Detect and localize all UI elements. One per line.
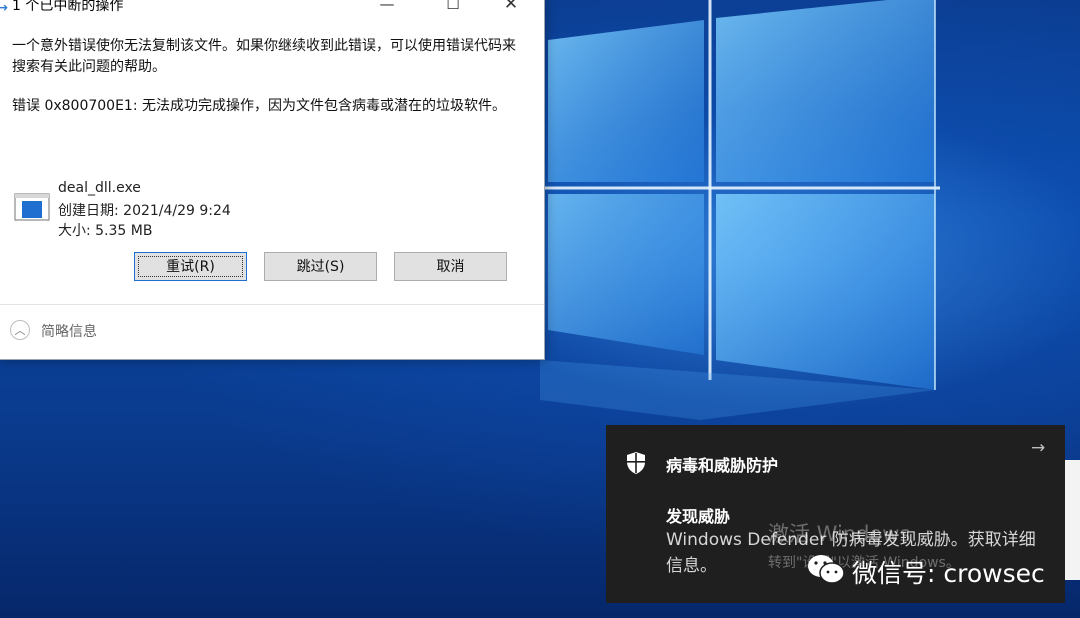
dialog-title: 1 个已中断的操作 xyxy=(12,0,124,14)
skip-button[interactable]: 跳过(S) xyxy=(264,252,377,281)
fewer-details-toggle[interactable]: ︿ 简略信息 xyxy=(10,318,110,344)
dialog-titlebar[interactable]: ➜ 1 个已中断的操作 — ☐ ✕ xyxy=(0,0,544,17)
dialog-divider xyxy=(0,304,544,305)
toast-app-name: 病毒和威胁防护 xyxy=(666,456,779,475)
file-created-date: 创建日期: 2021/4/29 9:24 xyxy=(58,203,231,219)
background-window-edge xyxy=(1065,460,1080,580)
fewer-details-label: 简略信息 xyxy=(41,324,97,340)
file-size: 大小: 5.35 MB xyxy=(58,223,153,239)
skip-button-label: 跳过(S) xyxy=(296,259,345,275)
cancel-button[interactable]: 取消 xyxy=(394,252,507,281)
retry-button[interactable]: 重试(R) xyxy=(134,252,247,281)
interrupted-operation-dialog: ➜ 1 个已中断的操作 — ☐ ✕ 一个意外错误使你无法复制该文件。如果你继续收… xyxy=(0,0,545,360)
minimize-button[interactable]: — xyxy=(367,0,407,17)
copy-arrow-icon: ➜ xyxy=(0,1,9,14)
close-button[interactable]: ✕ xyxy=(491,0,531,17)
toast-title: 发现威胁 xyxy=(666,507,731,526)
cancel-button-label: 取消 xyxy=(436,259,465,275)
file-name: deal_dll.exe xyxy=(58,180,141,196)
error-code-message: 错误 0x800700E1: 无法成功完成操作，因为文件包含病毒或潜在的垃圾软件… xyxy=(12,98,507,114)
chevron-up-icon: ︿ xyxy=(10,320,30,340)
exe-file-icon xyxy=(14,193,50,221)
arrow-right-icon[interactable]: → xyxy=(1031,438,1045,458)
activate-windows-watermark: 激活 Windows xyxy=(768,522,911,546)
wechat-icon xyxy=(808,555,845,584)
focus-rectangle xyxy=(138,256,243,277)
wechat-id-text: 微信号: crowsec xyxy=(852,559,1045,588)
error-message: 一个意外错误使你无法复制该文件。如果你继续收到此错误，可以使用错误代码来搜索有关… xyxy=(12,38,516,75)
maximize-button[interactable]: ☐ xyxy=(433,0,473,17)
shield-icon xyxy=(627,452,645,474)
